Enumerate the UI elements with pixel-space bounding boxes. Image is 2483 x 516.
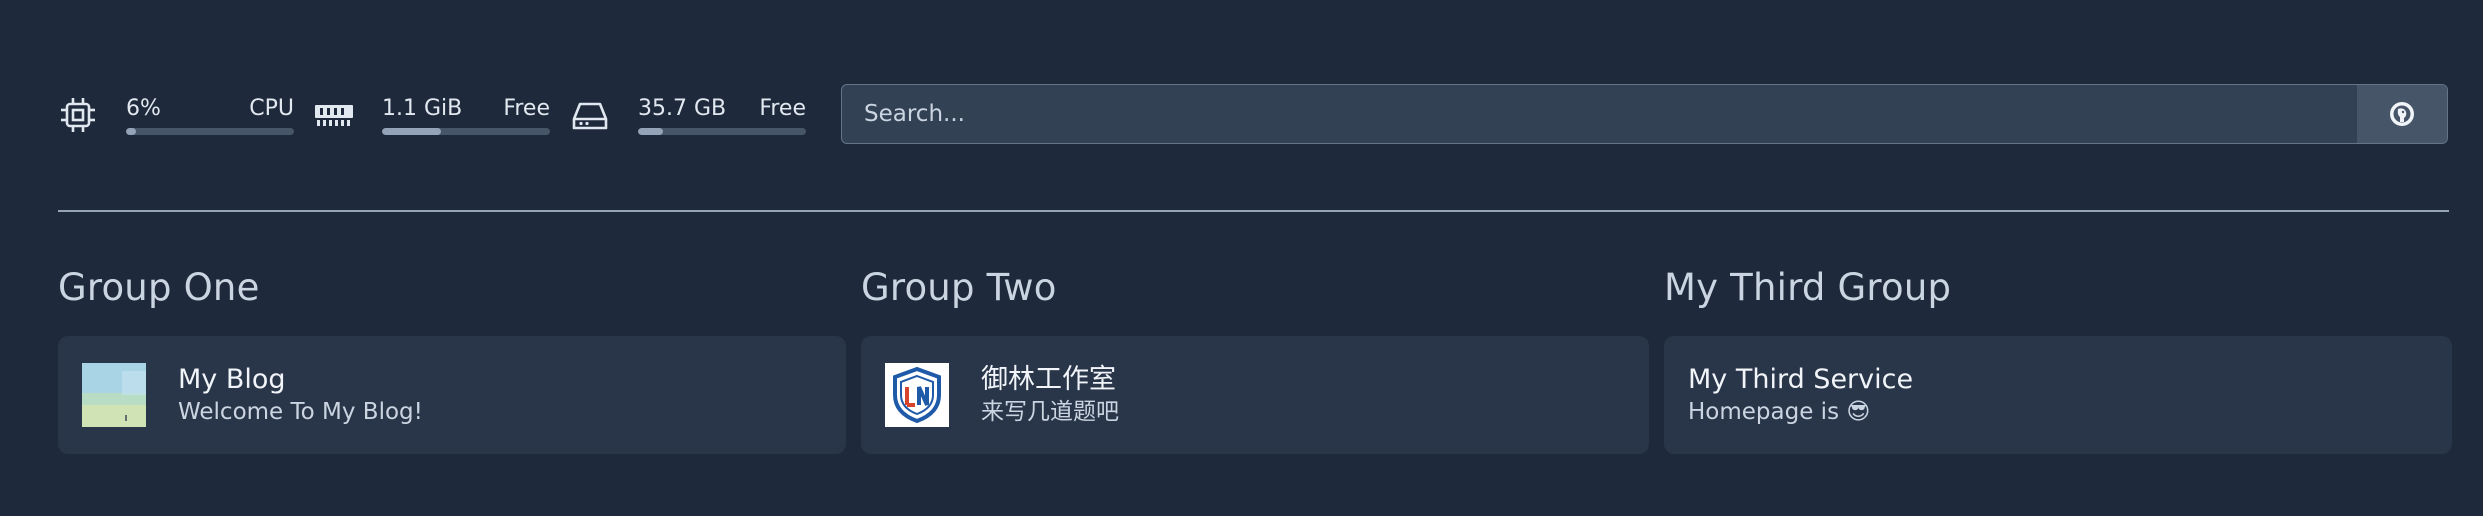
disk-usage-fill bbox=[638, 127, 664, 135]
shield-logo bbox=[885, 363, 949, 427]
memory-label: Free bbox=[503, 95, 550, 121]
service-description: Welcome To My Blog! bbox=[178, 399, 423, 425]
service-name: My Blog bbox=[178, 364, 286, 395]
service-name: 御林工作室 bbox=[981, 364, 1116, 395]
disk-usage-bar bbox=[638, 127, 806, 135]
cpu-usage-fill bbox=[126, 127, 137, 135]
group-title: My Third Group bbox=[1664, 266, 1952, 309]
disk-widget: 35.7 GB Free bbox=[570, 95, 826, 135]
service-card-yulin-studio[interactable]: 御林工作室 来写几道题吧 bbox=[861, 336, 1649, 454]
service-group-three: My Third Group My Third Service Homepage… bbox=[1664, 258, 2452, 454]
search-provider-button[interactable] bbox=[2357, 85, 2447, 143]
service-group-one: Group One My Blog Welcome To My Blog! bbox=[58, 258, 846, 454]
cpu-usage-bar bbox=[126, 127, 294, 135]
cpu-value: 6% bbox=[126, 95, 161, 121]
cpu-widget: 6% CPU bbox=[58, 95, 314, 135]
disk-label: Free bbox=[759, 95, 806, 121]
memory-icon bbox=[314, 95, 354, 135]
group-title: Group Two bbox=[861, 266, 1057, 309]
memory-usage-bar bbox=[382, 127, 550, 135]
landscape-thumbnail bbox=[82, 363, 146, 427]
search-box bbox=[841, 84, 2448, 144]
section-divider bbox=[58, 210, 2449, 212]
cpu-label: CPU bbox=[249, 95, 294, 121]
memory-widget: 1.1 GiB Free bbox=[314, 95, 570, 135]
disk-value: 35.7 GB bbox=[638, 95, 727, 121]
service-card-my-third-service[interactable]: My Third Service Homepage is 😎 bbox=[1664, 336, 2452, 454]
memory-value: 1.1 GiB bbox=[382, 95, 463, 121]
service-group-two: Group Two 御林工作室 来写几道题吧 bbox=[861, 258, 1649, 454]
group-title: Group One bbox=[58, 266, 260, 309]
memory-usage-fill bbox=[382, 127, 441, 135]
search-input[interactable] bbox=[842, 84, 2357, 144]
service-description: Homepage is 😎 bbox=[1688, 399, 1871, 425]
cpu-icon bbox=[58, 95, 98, 135]
service-name: My Third Service bbox=[1688, 364, 1914, 395]
service-description: 来写几道题吧 bbox=[981, 399, 1119, 425]
service-card-my-blog[interactable]: My Blog Welcome To My Blog! bbox=[58, 336, 846, 454]
duckduckgo-icon bbox=[2390, 102, 2414, 126]
disk-icon bbox=[570, 95, 610, 135]
